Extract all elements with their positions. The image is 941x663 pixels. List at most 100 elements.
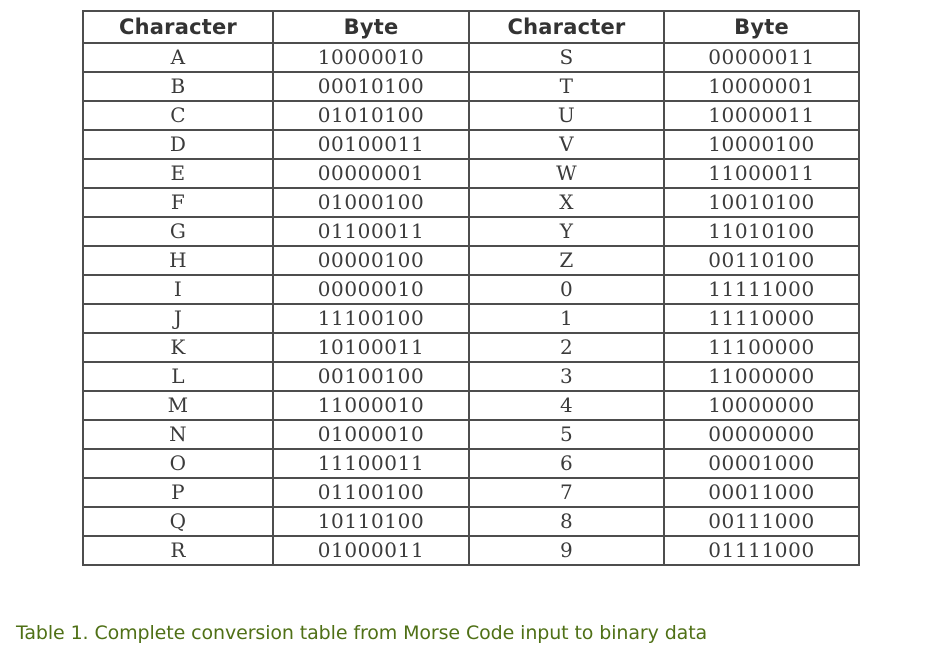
figure-container: Character Byte Character Byte A 10000010 S… [0,0,941,663]
cell-byte-left: 10100011 [272,332,470,363]
cell-byte-right: 11010100 [663,216,860,247]
table-row: C 01010100 U 10000011 [82,100,860,131]
table-row: R 01000011 9 01111000 [82,535,860,566]
table-row: G 01100011 Y 11010100 [82,216,860,247]
cell-byte-right: 10000011 [663,100,860,131]
cell-character-left: N [82,419,274,450]
table-row: L 00100100 3 11000000 [82,361,860,392]
cell-character-right: T [468,71,665,102]
cell-character-right: 4 [468,390,665,421]
cell-byte-left: 00000010 [272,274,470,305]
column-header-character-right: Character [468,10,665,44]
cell-byte-left: 00000100 [272,245,470,276]
cell-character-left: Q [82,506,274,537]
cell-byte-right: 11111000 [663,274,860,305]
cell-byte-right: 10000000 [663,390,860,421]
cell-byte-right: 01111000 [663,535,860,566]
table-row: Q 10110100 8 00111000 [82,506,860,537]
cell-character-left: C [82,100,274,131]
cell-byte-right: 00000000 [663,419,860,450]
column-header-byte-left: Byte [272,10,470,44]
cell-byte-left: 01100100 [272,477,470,508]
cell-character-right: 8 [468,506,665,537]
cell-character-right: V [468,129,665,160]
cell-character-left: L [82,361,274,392]
table-caption: Table 1. Complete conversion table from … [16,622,708,644]
cell-character-left: G [82,216,274,247]
cell-character-left: R [82,535,274,566]
table-row: K 10100011 2 11100000 [82,332,860,363]
cell-character-left: B [82,71,274,102]
cell-byte-left: 10000010 [272,42,470,73]
cell-byte-left: 11100100 [272,303,470,334]
table-row: P 01100100 7 00011000 [82,477,860,508]
cell-character-left: I [82,274,274,305]
cell-character-right: 3 [468,361,665,392]
column-header-byte-right: Byte [663,10,860,44]
table-row: D 00100011 V 10000100 [82,129,860,160]
cell-character-right: 5 [468,419,665,450]
cell-character-left: F [82,187,274,218]
cell-byte-left: 01000011 [272,535,470,566]
cell-character-right: S [468,42,665,73]
cell-byte-right: 10010100 [663,187,860,218]
cell-byte-left: 10110100 [272,506,470,537]
table-row: H 00000100 Z 00110100 [82,245,860,276]
cell-character-right: 2 [468,332,665,363]
cell-byte-left: 01000010 [272,419,470,450]
cell-byte-right: 11100000 [663,332,860,363]
cell-character-right: 9 [468,535,665,566]
table-row: M 11000010 4 10000000 [82,390,860,421]
cell-byte-left: 00100100 [272,361,470,392]
cell-byte-left: 11100011 [272,448,470,479]
table-row: I 00000010 0 11111000 [82,274,860,305]
cell-character-right: 0 [468,274,665,305]
table-header-row: Character Byte Character Byte [82,10,860,44]
table-header: Character Byte Character Byte [82,10,860,44]
morse-binary-conversion-table: Character Byte Character Byte A 10000010 S… [82,10,860,566]
cell-character-left: A [82,42,274,73]
cell-byte-left: 11000010 [272,390,470,421]
cell-character-left: H [82,245,274,276]
cell-character-right: 1 [468,303,665,334]
table-row: J 11100100 1 11110000 [82,303,860,334]
cell-byte-right: 00011000 [663,477,860,508]
cell-byte-right: 11000000 [663,361,860,392]
cell-character-left: P [82,477,274,508]
cell-byte-left: 00000001 [272,158,470,189]
cell-character-left: O [82,448,274,479]
cell-byte-right: 10000001 [663,71,860,102]
cell-byte-left: 01100011 [272,216,470,247]
cell-byte-left: 01000100 [272,187,470,218]
cell-character-right: Y [468,216,665,247]
cell-byte-right: 00001000 [663,448,860,479]
cell-character-left: D [82,129,274,160]
cell-byte-right: 10000100 [663,129,860,160]
table-row: E 00000001 W 11000011 [82,158,860,189]
cell-character-right: U [468,100,665,131]
table-row: F 01000100 X 10010100 [82,187,860,218]
cell-character-right: 7 [468,477,665,508]
table-row: N 01000010 5 00000000 [82,419,860,450]
cell-byte-right: 00000011 [663,42,860,73]
cell-byte-left: 00100011 [272,129,470,160]
cell-character-left: M [82,390,274,421]
cell-character-right: X [468,187,665,218]
table-row: O 11100011 6 00001000 [82,448,860,479]
cell-character-right: W [468,158,665,189]
column-header-character-left: Character [82,10,274,44]
cell-character-left: K [82,332,274,363]
table-row: B 00010100 T 10000001 [82,71,860,102]
cell-byte-right: 11110000 [663,303,860,334]
table-body: A 10000010 S 00000011 B 00010100 T 10000001 C 010… [82,42,860,566]
table-row: A 10000010 S 00000011 [82,42,860,73]
cell-character-right: Z [468,245,665,276]
cell-byte-right: 11000011 [663,158,860,189]
cell-character-left: E [82,158,274,189]
cell-character-right: 6 [468,448,665,479]
cell-byte-right: 00111000 [663,506,860,537]
cell-character-left: J [82,303,274,334]
cell-byte-left: 00010100 [272,71,470,102]
cell-byte-left: 01010100 [272,100,470,131]
cell-byte-right: 00110100 [663,245,860,276]
